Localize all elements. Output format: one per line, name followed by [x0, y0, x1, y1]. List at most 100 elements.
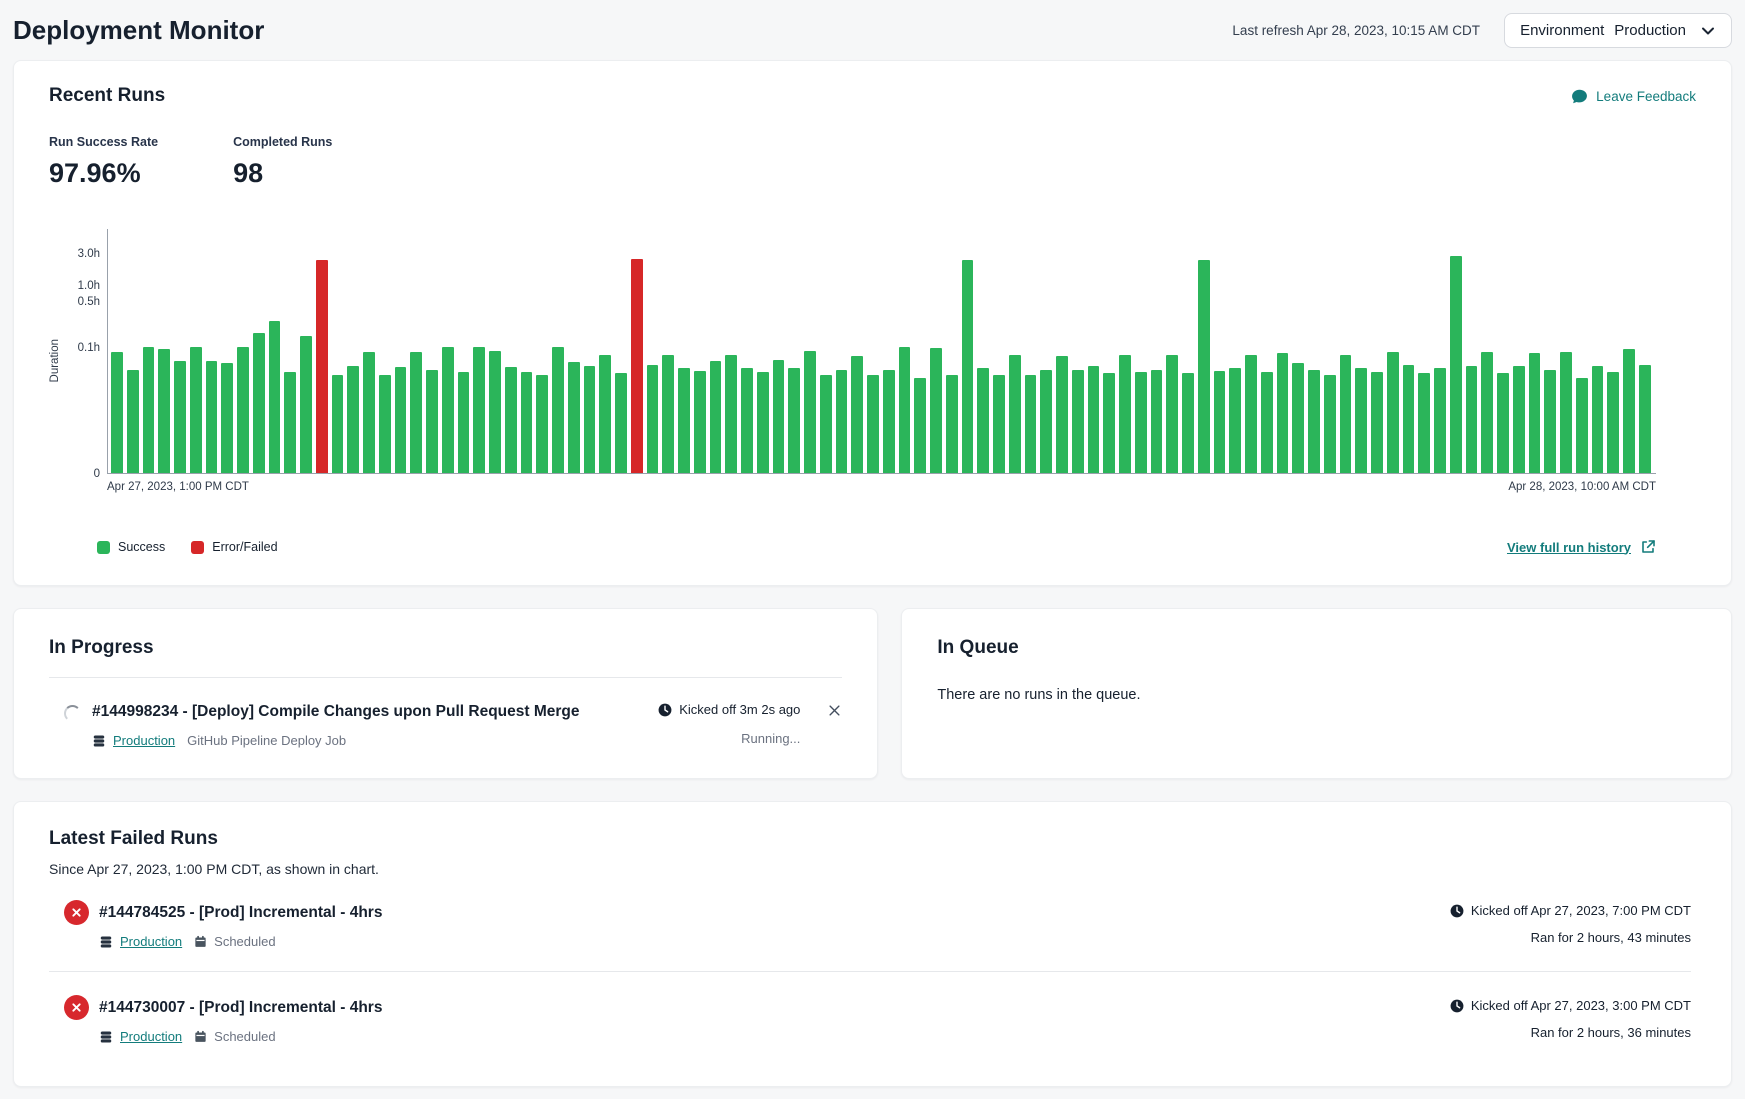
chart-bar-success[interactable]: [473, 347, 485, 473]
chart-bar-success[interactable]: [694, 371, 706, 473]
chart-bar-success[interactable]: [127, 370, 139, 473]
chart-bar-success[interactable]: [757, 372, 769, 473]
chart-bar-success[interactable]: [237, 347, 249, 473]
chart-bar-success[interactable]: [1292, 363, 1304, 473]
chart-bar-success[interactable]: [1623, 349, 1635, 473]
chart-bar-success[interactable]: [615, 373, 627, 473]
chart-bar-success[interactable]: [332, 375, 344, 473]
chart-bar-success[interactable]: [1576, 378, 1588, 473]
chart-bar-success[interactable]: [1025, 375, 1037, 473]
chart-bar-success[interactable]: [1088, 366, 1100, 473]
chart-bar-success[interactable]: [741, 368, 753, 473]
chart-bar-success[interactable]: [1434, 368, 1446, 473]
chart-bar-success[interactable]: [867, 375, 879, 473]
chart-bar-success[interactable]: [946, 375, 958, 473]
chart-bar-success[interactable]: [1135, 372, 1147, 473]
chart-bar-success[interactable]: [1229, 368, 1241, 473]
environment-link[interactable]: Production: [99, 934, 182, 949]
chart-bar-success[interactable]: [536, 375, 548, 473]
chart-bar-success[interactable]: [1245, 355, 1257, 473]
chart-bar-success[interactable]: [284, 372, 296, 473]
close-icon[interactable]: [827, 703, 842, 718]
chart-bar-success[interactable]: [820, 375, 832, 473]
chart-bar-success[interactable]: [505, 367, 517, 473]
chart-bar-success[interactable]: [1324, 375, 1336, 473]
chart-bar-success[interactable]: [710, 361, 722, 473]
chart-bar-success[interactable]: [1544, 370, 1556, 473]
chart-bar-success[interactable]: [962, 260, 974, 473]
chart-bar-success[interactable]: [158, 349, 170, 473]
chart-bar-success[interactable]: [899, 347, 911, 473]
chart-bar-success[interactable]: [426, 370, 438, 473]
chart-bar-success[interactable]: [552, 347, 564, 473]
leave-feedback-link[interactable]: Leave Feedback: [1571, 88, 1696, 105]
chart-bar-success[interactable]: [1529, 353, 1541, 473]
chart-bar-success[interactable]: [678, 368, 690, 473]
chart-bar-success[interactable]: [1481, 352, 1493, 473]
chart-bar-success[interactable]: [1072, 370, 1084, 473]
view-full-run-history-link[interactable]: View full run history: [1507, 539, 1656, 555]
chart-bar-success[interactable]: [1308, 370, 1320, 473]
chart-bar-success[interactable]: [977, 368, 989, 473]
chart-bar-success[interactable]: [1040, 370, 1052, 473]
chart-bar-success[interactable]: [1119, 355, 1131, 473]
chart-bar-success[interactable]: [930, 348, 942, 473]
chart-bar-success[interactable]: [458, 372, 470, 473]
chart-bar-success[interactable]: [363, 352, 375, 473]
chart-bar-success[interactable]: [883, 370, 895, 473]
chart-bar-success[interactable]: [1607, 372, 1619, 473]
chart-bar-success[interactable]: [662, 355, 674, 473]
chart-bar-success[interactable]: [836, 370, 848, 473]
chart-bar-success[interactable]: [1261, 372, 1273, 473]
chart-bar-success[interactable]: [568, 362, 580, 473]
chart-bar-success[interactable]: [111, 352, 123, 473]
chart-bar-success[interactable]: [253, 333, 265, 473]
environment-select[interactable]: Environment Production: [1504, 13, 1732, 48]
chart-bar-success[interactable]: [489, 351, 501, 473]
chart-bar-success[interactable]: [221, 363, 233, 473]
chart-bar-success[interactable]: [410, 352, 422, 473]
chart-bar-success[interactable]: [1182, 373, 1194, 473]
chart-bar-success[interactable]: [1592, 366, 1604, 473]
chart-bar-success[interactable]: [1450, 256, 1462, 473]
chart-bar-success[interactable]: [1103, 373, 1115, 473]
chart-bar-success[interactable]: [1560, 352, 1572, 473]
chart-bar-success[interactable]: [1198, 260, 1210, 473]
chart-bar-success[interactable]: [143, 347, 155, 473]
chart-bar-success[interactable]: [647, 365, 659, 473]
chart-bar-success[interactable]: [379, 375, 391, 473]
chart-bar-success[interactable]: [174, 361, 186, 473]
chart-bar-success[interactable]: [1214, 371, 1226, 473]
chart-bar-success[interactable]: [1466, 366, 1478, 473]
chart-bar-success[interactable]: [1371, 372, 1383, 473]
environment-link[interactable]: Production: [92, 733, 175, 748]
chart-bar-success[interactable]: [190, 347, 202, 473]
chart-bar-success[interactable]: [1056, 356, 1068, 473]
chart-bar-success[interactable]: [788, 368, 800, 473]
chart-bar-success[interactable]: [1497, 373, 1509, 473]
chart-bar-success[interactable]: [851, 356, 863, 473]
chart-bar-success[interactable]: [395, 367, 407, 473]
chart-bar-success[interactable]: [1639, 365, 1651, 473]
chart-bar-success[interactable]: [442, 347, 454, 473]
chart-bar-success[interactable]: [1166, 355, 1178, 473]
chart-bar-success[interactable]: [1403, 365, 1415, 473]
chart-bar-success[interactable]: [993, 375, 1005, 473]
chart-bar-success[interactable]: [773, 360, 785, 473]
chart-bar-success[interactable]: [725, 355, 737, 473]
chart-bar-success[interactable]: [269, 321, 281, 473]
chart-bar-success[interactable]: [1151, 370, 1163, 473]
chart-bar-success[interactable]: [1355, 368, 1367, 473]
chart-bar-success[interactable]: [1418, 373, 1430, 473]
chart-bar-success[interactable]: [1513, 366, 1525, 473]
chart-bar-success[interactable]: [521, 372, 533, 473]
chart-bar-success[interactable]: [1340, 355, 1352, 473]
chart-bar-success[interactable]: [599, 355, 611, 473]
chart-bar-success[interactable]: [914, 378, 926, 473]
chart-bar-success[interactable]: [300, 336, 312, 473]
chart-bar-success[interactable]: [347, 366, 359, 473]
environment-link[interactable]: Production: [99, 1029, 182, 1044]
chart-bar-success[interactable]: [206, 361, 218, 473]
chart-bar-failed[interactable]: [631, 259, 643, 473]
chart-bar-failed[interactable]: [316, 260, 328, 473]
